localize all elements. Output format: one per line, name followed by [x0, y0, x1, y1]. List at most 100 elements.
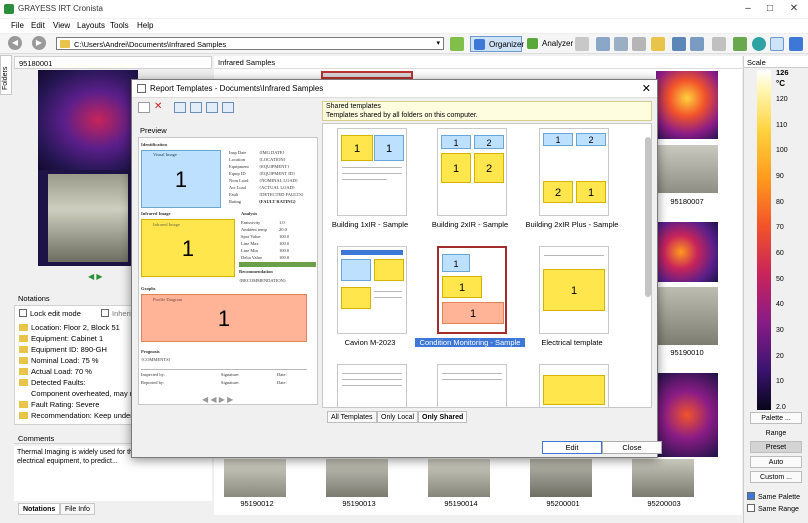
template-card[interactable]: [327, 362, 411, 407]
menu-view[interactable]: View: [53, 21, 70, 30]
layout-wide-icon[interactable]: [222, 102, 234, 113]
new-template-icon[interactable]: [138, 102, 150, 113]
template-card[interactable]: 1 2 2 1: [529, 126, 613, 218]
view-icon[interactable]: [770, 37, 784, 51]
tab-only-local[interactable]: Only Local: [377, 411, 419, 423]
folder-up-icon[interactable]: [450, 37, 464, 51]
tab-notations[interactable]: Notations: [18, 503, 61, 515]
thumbnail[interactable]: [656, 71, 718, 139]
thumbnail[interactable]: [656, 222, 718, 282]
lock-edit-checkbox[interactable]: Lock edit mode: [19, 309, 81, 318]
thumbnail[interactable]: [656, 287, 718, 345]
delete-icon[interactable]: ✕: [154, 102, 166, 113]
folders-tab[interactable]: Folders: [0, 55, 12, 95]
analyzer-button[interactable]: Analyzer: [524, 36, 573, 52]
preview-page-nav[interactable]: ◀ ◀ ▶ ▶: [202, 395, 233, 404]
tab-all-templates[interactable]: All Templates: [327, 411, 377, 423]
chevron-down-icon[interactable]: ▾: [436, 39, 440, 47]
thumbnail[interactable]: [321, 71, 413, 79]
notation-item[interactable]: Equipment ID: 890-GH: [19, 345, 107, 354]
menu-help[interactable]: Help: [137, 21, 153, 30]
ir-block: 1: [543, 269, 605, 311]
tools-icon[interactable]: [596, 37, 610, 51]
template-card[interactable]: 1 1: [327, 126, 411, 218]
layout-one-icon[interactable]: [174, 102, 186, 113]
chart-icon[interactable]: [733, 37, 747, 51]
palette-button[interactable]: Palette ...: [750, 412, 802, 424]
menu-layouts[interactable]: Layouts: [77, 21, 105, 30]
print-icon[interactable]: [690, 37, 704, 51]
close-icon[interactable]: ✕: [642, 82, 651, 95]
layout-icon[interactable]: [789, 37, 803, 51]
notation-text: Component overheated, may ne: [31, 389, 139, 398]
notation-item[interactable]: Actual Load: 70 %: [19, 367, 92, 376]
thumbnail[interactable]: [326, 459, 388, 497]
notation-item[interactable]: Equipment: Cabinet 1: [19, 334, 103, 343]
template-card[interactable]: [427, 362, 511, 407]
template-card-selected[interactable]: 1 1 1: [427, 244, 511, 336]
palette-icon[interactable]: [752, 37, 766, 51]
thumbnail[interactable]: [656, 373, 718, 457]
path-field[interactable]: C:\Users\Andrei\Documents\Infrared Sampl…: [56, 37, 444, 50]
folders-tab-label: Folders: [2, 66, 9, 90]
thumbnail[interactable]: [428, 459, 490, 497]
paste-icon[interactable]: [632, 37, 646, 51]
scrollbar-thumb[interactable]: [645, 137, 651, 297]
notation-item[interactable]: Fault Rating: Severe: [19, 400, 99, 409]
preset-button[interactable]: Preset: [750, 441, 802, 453]
preview-field-name: Equip ID: [229, 171, 246, 176]
scale-tick-label: 10: [776, 378, 784, 386]
menu-file[interactable]: File: [11, 21, 24, 30]
checkbox-box[interactable]: [747, 504, 755, 512]
notation-item[interactable]: Location: Floor 2, Block 51: [19, 323, 120, 332]
folder-icon: [19, 335, 28, 342]
notation-item[interactable]: Nominal Load: 75 %: [19, 356, 99, 365]
hand-icon[interactable]: [712, 37, 726, 51]
report-icon[interactable]: [672, 37, 686, 51]
thumbnail[interactable]: [530, 459, 592, 497]
checkbox-box[interactable]: [101, 309, 109, 317]
edit-button[interactable]: Edit: [542, 441, 602, 454]
preview-footer-text: Signature:: [221, 380, 240, 385]
template-scrollbar[interactable]: [644, 123, 652, 408]
back-button[interactable]: ◀: [8, 36, 22, 50]
menu-edit[interactable]: Edit: [31, 21, 45, 30]
thumbnail[interactable]: [656, 145, 718, 193]
template-card[interactable]: [529, 362, 613, 407]
color-scale-bar[interactable]: [757, 70, 771, 410]
template-card[interactable]: 1: [529, 244, 613, 336]
checkbox-checked[interactable]: [747, 492, 755, 500]
same-palette-checkbox[interactable]: Same Palette: [747, 492, 800, 501]
image-nav-arrows[interactable]: ◀ ▶: [88, 272, 128, 284]
template-card[interactable]: [327, 244, 411, 336]
checkbox-box[interactable]: [19, 309, 27, 317]
scale-tick-label: 60: [776, 250, 784, 257]
undo-icon[interactable]: [575, 37, 589, 51]
template-card[interactable]: 1 2 1 2: [427, 126, 511, 218]
thumbnail[interactable]: [224, 459, 286, 497]
open-folder-icon[interactable]: [651, 37, 665, 51]
same-range-checkbox[interactable]: Same Range: [747, 504, 799, 513]
custom-button[interactable]: Custom ...: [750, 471, 802, 483]
notation-item[interactable]: Recommendation: Keep under o: [19, 411, 139, 420]
tab-file-info[interactable]: File Info: [60, 503, 95, 515]
organizer-button[interactable]: Organizer: [470, 36, 524, 52]
close-window-button[interactable]: ✕: [784, 2, 804, 16]
copy-icon[interactable]: [614, 37, 628, 51]
text-line: [442, 379, 502, 380]
preview-analysis-name: Ambient temp: [241, 227, 267, 232]
minimize-button[interactable]: –: [738, 2, 758, 16]
notation-item[interactable]: Detected Faults:: [19, 378, 86, 387]
maximize-button[interactable]: □: [760, 2, 780, 16]
preview-analysis-name: Line Max: [241, 241, 259, 246]
layout-two-icon[interactable]: [190, 102, 202, 113]
menu-tools[interactable]: Tools: [110, 21, 129, 30]
notation-item[interactable]: Component overheated, may ne: [31, 389, 138, 398]
layout-ab-icon[interactable]: [206, 102, 218, 113]
close-button[interactable]: Close: [602, 441, 662, 454]
auto-button[interactable]: Auto: [750, 456, 802, 468]
tab-only-shared[interactable]: Only Shared: [418, 411, 468, 423]
forward-button[interactable]: ▶: [32, 36, 46, 50]
infrared-image-preview[interactable]: [38, 70, 138, 266]
thumbnail[interactable]: [632, 459, 694, 497]
